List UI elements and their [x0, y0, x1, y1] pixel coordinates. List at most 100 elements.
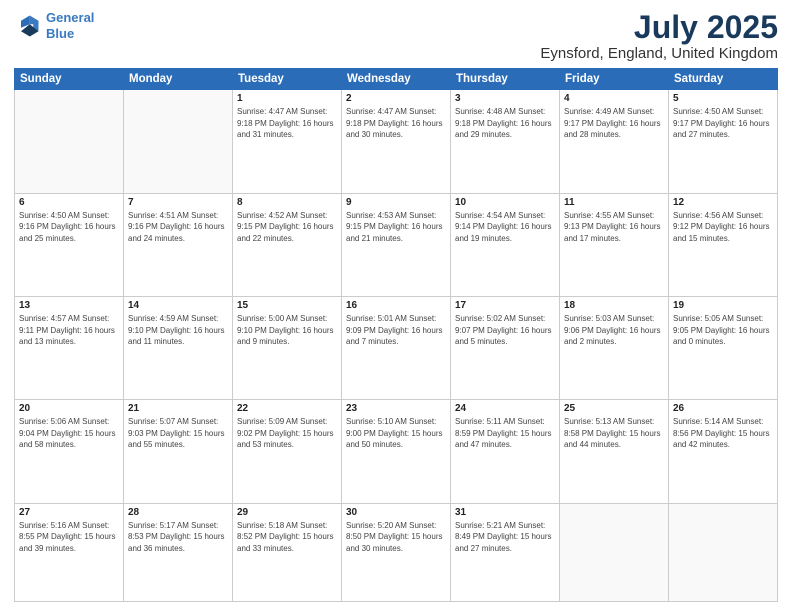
day-detail: Sunrise: 5:00 AM Sunset: 9:10 PM Dayligh… [237, 313, 337, 348]
table-row: 3 Sunrise: 4:48 AM Sunset: 9:18 PM Daylig… [451, 90, 560, 193]
table-row: 15 Sunrise: 5:00 AM Sunset: 9:10 PM Dayli… [233, 296, 342, 399]
day-number: 18 [564, 300, 664, 311]
day-number: 8 [237, 197, 337, 208]
table-row: 20 Sunrise: 5:06 AM Sunset: 9:04 PM Dayli… [15, 400, 124, 503]
day-detail: Sunrise: 5:16 AM Sunset: 8:55 PM Dayligh… [19, 520, 119, 555]
day-detail: Sunrise: 5:02 AM Sunset: 9:07 PM Dayligh… [455, 313, 555, 348]
day-detail: Sunrise: 5:10 AM Sunset: 9:00 PM Dayligh… [346, 416, 446, 451]
day-number: 7 [128, 197, 228, 208]
table-row: 21 Sunrise: 5:07 AM Sunset: 9:03 PM Dayli… [124, 400, 233, 503]
table-row: 2Sunrise: 4:47 AM Sunset: 9:18 PM Daylig… [342, 90, 451, 193]
table-row: 19Sunrise: 5:05 AM Sunset: 9:05 PM Dayli… [669, 296, 778, 399]
table-row: 23 Sunrise: 5:10 AM Sunset: 9:00 PM Dayli… [342, 400, 451, 503]
day-detail: Sunrise: 5:06 AM Sunset: 9:04 PM Dayligh… [19, 416, 119, 451]
table-row [124, 90, 233, 193]
day-detail: Sunrise: 5:14 AM Sunset: 8:56 PM Dayligh… [673, 416, 773, 451]
table-row: 8 Sunrise: 4:52 AM Sunset: 9:15 PM Daylig… [233, 193, 342, 296]
day-detail: Sunrise: 4:48 AM Sunset: 9:18 PM Dayligh… [455, 106, 555, 141]
table-row: 16 Sunrise: 5:01 AM Sunset: 9:09 PM Dayli… [342, 296, 451, 399]
calendar-title: July 2025 [540, 10, 778, 45]
col-wednesday: Wednesday [342, 69, 451, 90]
day-detail: Sunrise: 5:11 AM Sunset: 8:59 PM Dayligh… [455, 416, 555, 451]
table-row [669, 503, 778, 601]
table-row: 17 Sunrise: 5:02 AM Sunset: 9:07 PM Dayli… [451, 296, 560, 399]
col-thursday: Thursday [451, 69, 560, 90]
table-row: 30Sunrise: 5:20 AM Sunset: 8:50 PM Dayli… [342, 503, 451, 601]
day-number: 9 [346, 197, 446, 208]
table-row: 14Sunrise: 4:59 AM Sunset: 9:10 PM Dayli… [124, 296, 233, 399]
day-number: 1 [237, 93, 337, 104]
calendar-table: Sunday Monday Tuesday Wednesday Thursday… [14, 68, 778, 602]
table-row: 1Sunrise: 4:47 AM Sunset: 9:18 PM Daylig… [233, 90, 342, 193]
day-detail: Sunrise: 4:55 AM Sunset: 9:13 PM Dayligh… [564, 210, 664, 245]
day-number: 13 [19, 300, 119, 311]
table-row [560, 503, 669, 601]
table-row: 10Sunrise: 4:54 AM Sunset: 9:14 PM Dayli… [451, 193, 560, 296]
day-number: 4 [564, 93, 664, 104]
table-row: 27 Sunrise: 5:16 AM Sunset: 8:55 PM Dayli… [15, 503, 124, 601]
day-detail: Sunrise: 4:52 AM Sunset: 9:15 PM Dayligh… [237, 210, 337, 245]
day-number: 29 [237, 507, 337, 518]
table-row: 5Sunrise: 4:50 AM Sunset: 9:17 PM Daylig… [669, 90, 778, 193]
day-detail: Sunrise: 5:03 AM Sunset: 9:06 PM Dayligh… [564, 313, 664, 348]
day-number: 25 [564, 403, 664, 414]
logo-icon [14, 12, 42, 40]
calendar-week-row: 1 Sunrise: 4:47 AM Sunset: 9:18 PM Daylig… [15, 90, 778, 193]
table-row: 12Sunrise: 4:56 AM Sunset: 9:12 PM Dayli… [669, 193, 778, 296]
day-detail: Sunrise: 4:47 AM Sunset: 9:18 PM Dayligh… [346, 106, 446, 141]
day-number: 16 [346, 300, 446, 311]
col-tuesday: Tuesday [233, 69, 342, 90]
table-row [15, 90, 124, 193]
day-number: 15 [237, 300, 337, 311]
table-row: 29 Sunrise: 5:18 AM Sunset: 8:52 PM Dayli… [233, 503, 342, 601]
day-number: 23 [346, 403, 446, 414]
day-number: 3 [455, 93, 555, 104]
table-row: 22Sunrise: 5:09 AM Sunset: 9:02 PM Dayli… [233, 400, 342, 503]
table-row: 9Sunrise: 4:53 AM Sunset: 9:15 PM Daylig… [342, 193, 451, 296]
day-number: 28 [128, 507, 228, 518]
logo-line2: Blue [46, 26, 74, 41]
col-monday: Monday [124, 69, 233, 90]
table-row: 4Sunrise: 4:49 AM Sunset: 9:17 PM Daylig… [560, 90, 669, 193]
day-number: 20 [19, 403, 119, 414]
day-number: 19 [673, 300, 773, 311]
day-detail: Sunrise: 4:51 AM Sunset: 9:16 PM Dayligh… [128, 210, 228, 245]
day-detail: Sunrise: 5:18 AM Sunset: 8:52 PM Dayligh… [237, 520, 337, 555]
logo-line1: General [46, 10, 94, 25]
table-row: 28Sunrise: 5:17 AM Sunset: 8:53 PM Dayli… [124, 503, 233, 601]
day-number: 11 [564, 197, 664, 208]
calendar-week-row: 13 Sunrise: 4:57 AM Sunset: 9:11 PM Dayli… [15, 296, 778, 399]
day-number: 21 [128, 403, 228, 414]
day-detail: Sunrise: 4:50 AM Sunset: 9:17 PM Dayligh… [673, 106, 773, 141]
day-number: 24 [455, 403, 555, 414]
calendar-subtitle: Eynsford, England, United Kingdom [540, 45, 778, 62]
col-friday: Friday [560, 69, 669, 90]
day-number: 27 [19, 507, 119, 518]
col-sunday: Sunday [15, 69, 124, 90]
col-saturday: Saturday [669, 69, 778, 90]
day-detail: Sunrise: 4:57 AM Sunset: 9:11 PM Dayligh… [19, 313, 119, 348]
table-row: 31Sunrise: 5:21 AM Sunset: 8:49 PM Dayli… [451, 503, 560, 601]
table-row: 25Sunrise: 5:13 AM Sunset: 8:58 PM Dayli… [560, 400, 669, 503]
page: General Blue July 2025 Eynsford, England… [0, 0, 792, 612]
day-detail: Sunrise: 4:59 AM Sunset: 9:10 PM Dayligh… [128, 313, 228, 348]
calendar-week-row: 27 Sunrise: 5:16 AM Sunset: 8:55 PM Dayli… [15, 503, 778, 601]
logo-text: General Blue [46, 10, 94, 41]
day-number: 31 [455, 507, 555, 518]
day-number: 17 [455, 300, 555, 311]
day-detail: Sunrise: 5:01 AM Sunset: 9:09 PM Dayligh… [346, 313, 446, 348]
header: General Blue July 2025 Eynsford, England… [14, 10, 778, 62]
title-block: July 2025 Eynsford, England, United King… [540, 10, 778, 62]
calendar-header-row: Sunday Monday Tuesday Wednesday Thursday… [15, 69, 778, 90]
table-row: 18 Sunrise: 5:03 AM Sunset: 9:06 PM Dayli… [560, 296, 669, 399]
calendar-week-row: 6Sunrise: 4:50 AM Sunset: 9:16 PM Daylig… [15, 193, 778, 296]
table-row: 6Sunrise: 4:50 AM Sunset: 9:16 PM Daylig… [15, 193, 124, 296]
calendar-week-row: 20 Sunrise: 5:06 AM Sunset: 9:04 PM Dayli… [15, 400, 778, 503]
day-detail: Sunrise: 5:07 AM Sunset: 9:03 PM Dayligh… [128, 416, 228, 451]
table-row: 24 Sunrise: 5:11 AM Sunset: 8:59 PM Dayli… [451, 400, 560, 503]
day-number: 10 [455, 197, 555, 208]
day-number: 22 [237, 403, 337, 414]
table-row: 26Sunrise: 5:14 AM Sunset: 8:56 PM Dayli… [669, 400, 778, 503]
day-number: 12 [673, 197, 773, 208]
table-row: 11 Sunrise: 4:55 AM Sunset: 9:13 PM Dayli… [560, 193, 669, 296]
